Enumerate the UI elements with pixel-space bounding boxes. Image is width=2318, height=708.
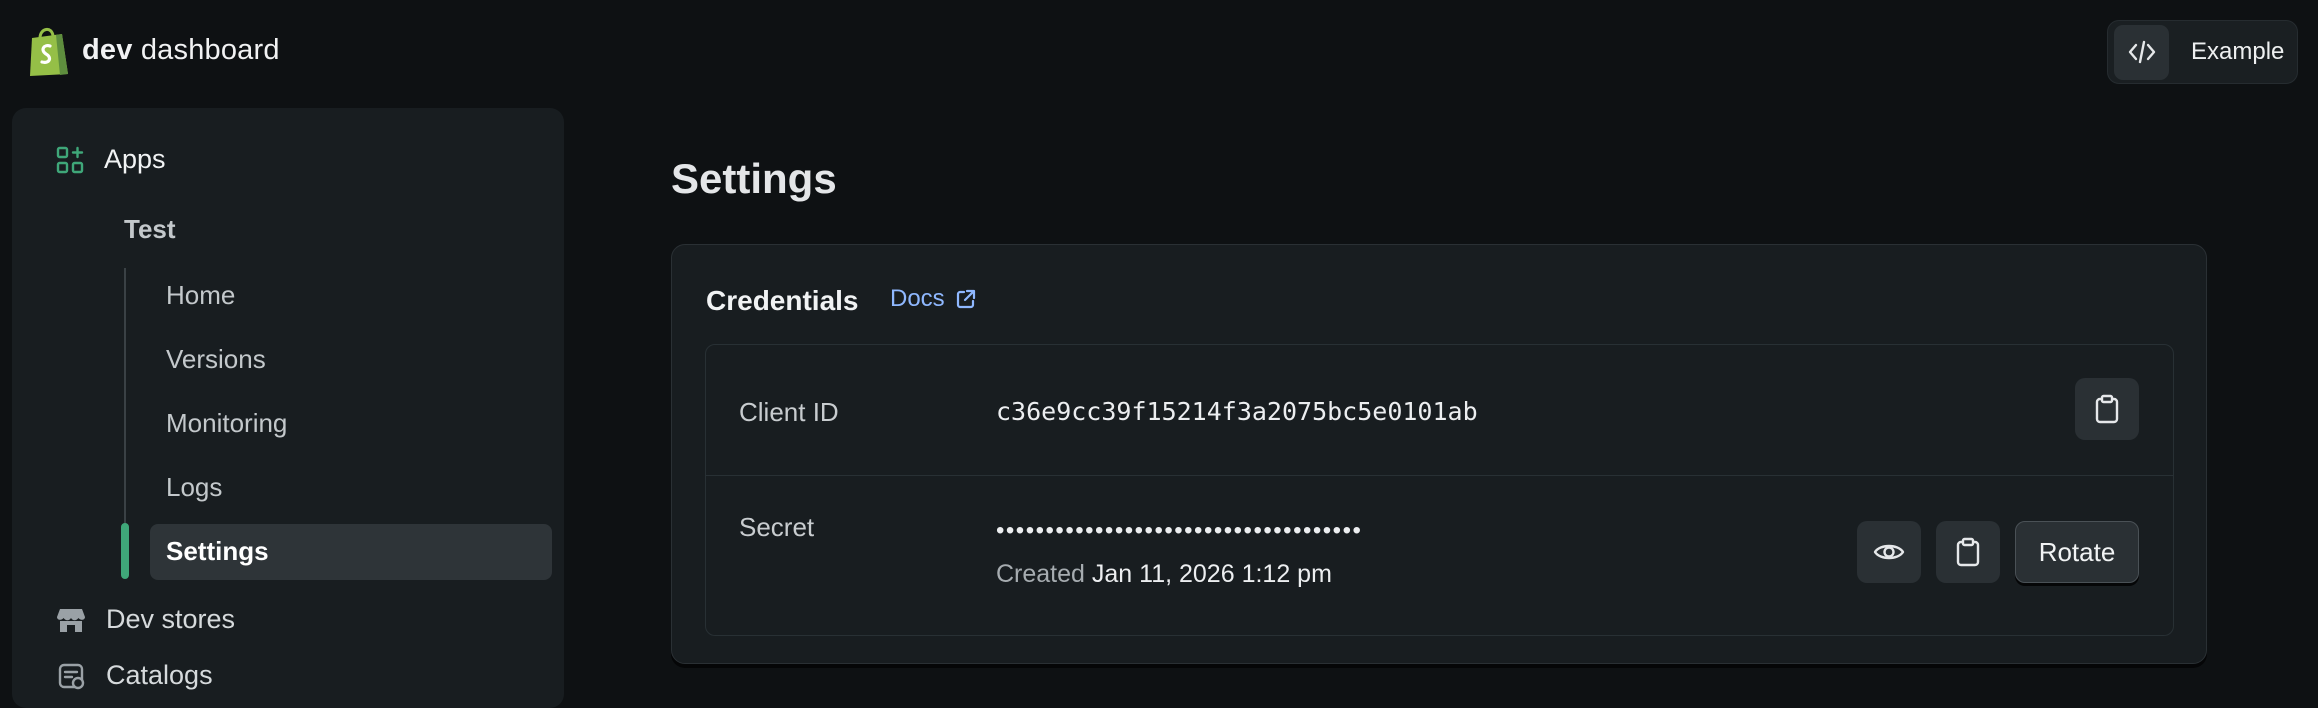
page-title: Settings xyxy=(671,155,837,202)
sidebar-item-logs[interactable]: Logs xyxy=(166,472,222,503)
sidebar-item-versions[interactable]: Versions xyxy=(166,344,266,375)
created-prefix: Created xyxy=(996,560,1085,588)
secret-label: Secret xyxy=(739,512,815,542)
client-id-value: c36e9cc39f15214f3a2075bc5e0101ab xyxy=(996,397,1478,426)
sidebar-item-catalogs[interactable]: Catalogs xyxy=(58,660,213,691)
top-bar: dev dashboard Example xyxy=(0,0,2318,104)
secret-masked-value: ••••••••••••••••••••••••••••••••••••• xyxy=(996,517,1363,544)
secret-created-text: Created Jan 11, 2026 1:12 pm xyxy=(996,560,1332,589)
active-indicator xyxy=(121,523,129,579)
clipboard-icon xyxy=(2095,394,2119,424)
sidebar-item-monitoring[interactable]: Monitoring xyxy=(166,408,287,439)
copy-secret-button[interactable] xyxy=(1936,521,2000,583)
store-icon xyxy=(57,608,85,632)
brand-bold: dev xyxy=(82,34,133,66)
example-button[interactable]: Example xyxy=(2107,20,2298,84)
sidebar-item-home[interactable]: Home xyxy=(166,280,235,311)
docs-link[interactable]: Docs xyxy=(890,285,977,313)
sidebar-item-dev-stores[interactable]: Dev stores xyxy=(56,604,235,635)
clipboard-icon xyxy=(1956,537,1980,567)
subnav-line xyxy=(124,268,126,530)
brand-rest: dashboard xyxy=(132,34,280,66)
external-link-icon xyxy=(956,289,975,309)
copy-client-id-button[interactable] xyxy=(2075,378,2139,440)
docs-label: Docs xyxy=(890,285,945,312)
shopify-bag-icon[interactable] xyxy=(26,24,72,78)
code-icon-box xyxy=(2114,24,2169,80)
credentials-card: Credentials Docs Client ID c36e9cc39f152… xyxy=(671,244,2207,664)
sidebar-item-app-test[interactable]: Test xyxy=(124,214,176,245)
sidebar: Apps Test Home Versions Monitoring Logs … xyxy=(12,108,564,708)
eye-icon xyxy=(1873,544,1905,560)
code-icon xyxy=(2128,40,2155,64)
catalog-icon xyxy=(58,663,85,689)
credentials-table: Client ID c36e9cc39f15214f3a2075bc5e0101… xyxy=(705,344,2174,636)
sidebar-item-settings-label: Settings xyxy=(166,536,269,566)
sidebar-item-label: Apps xyxy=(104,144,166,174)
client-id-label: Client ID xyxy=(739,397,839,427)
credentials-title: Credentials xyxy=(706,285,859,316)
sidebar-item-label: Dev stores xyxy=(106,604,236,634)
row-divider xyxy=(706,475,2173,476)
dashboard-brand[interactable]: dev dashboard xyxy=(82,34,280,67)
sidebar-item-apps[interactable]: Apps xyxy=(56,144,166,175)
rotate-secret-button[interactable]: Rotate xyxy=(2015,521,2139,583)
apps-grid-icon xyxy=(56,146,84,173)
created-date: Jan 11, 2026 1:12 pm xyxy=(1091,560,1332,588)
sidebar-item-label: Catalogs xyxy=(106,660,213,690)
example-label: Example xyxy=(2191,38,2285,65)
reveal-secret-button[interactable] xyxy=(1857,521,1921,583)
